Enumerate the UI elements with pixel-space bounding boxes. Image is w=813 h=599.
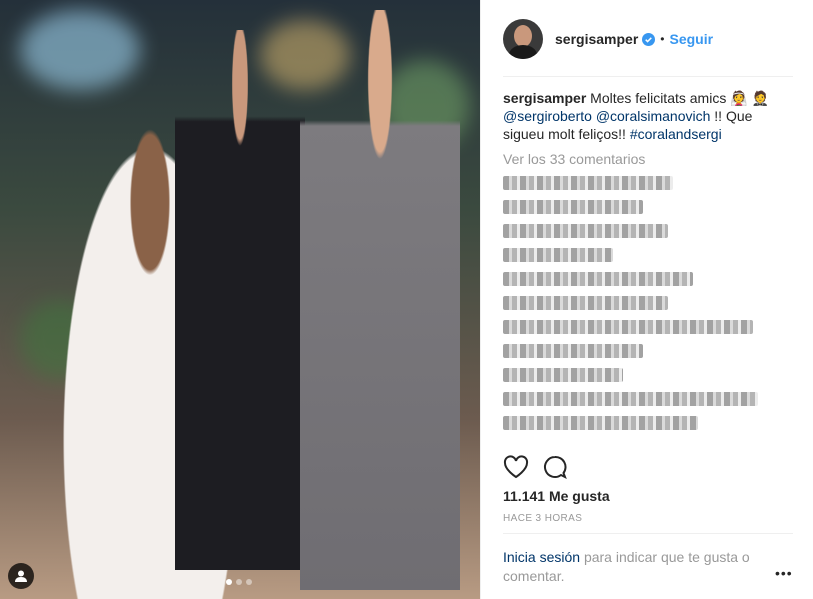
comment-item <box>503 416 698 430</box>
separator: • <box>660 32 665 46</box>
comment-icon[interactable] <box>543 455 567 479</box>
comment-item <box>503 320 753 334</box>
username[interactable]: sergisamper <box>555 31 638 47</box>
comment-item <box>503 392 758 406</box>
verified-badge-icon <box>642 32 656 46</box>
caption-text: Moltes felicitats amics 👰 🤵 <box>590 90 769 106</box>
caption-username[interactable]: sergisamper <box>503 90 586 106</box>
follow-button[interactable]: Seguir <box>669 31 713 47</box>
post-header: sergisamper • Seguir <box>503 14 793 77</box>
groom-figure <box>175 30 305 570</box>
carousel-dot <box>226 579 232 585</box>
comment-item <box>503 368 623 382</box>
comment-list <box>503 176 793 440</box>
login-prompt: Inicia sesión para indicar que te gusta … <box>503 548 765 586</box>
carousel-dot <box>246 579 252 585</box>
comment-item <box>503 272 693 286</box>
avatar[interactable] <box>503 19 543 59</box>
divider <box>503 533 793 534</box>
post-photo[interactable] <box>0 0 480 599</box>
comment-item <box>503 296 668 310</box>
carousel-indicator <box>226 579 252 585</box>
more-options-icon[interactable]: ••• <box>775 565 793 581</box>
login-link[interactable]: Inicia sesión <box>503 549 580 565</box>
comment-item <box>503 200 643 214</box>
caption: sergisamper Moltes felicitats amics 👰 🤵 … <box>503 89 793 143</box>
view-comments-link[interactable]: Ver los 33 comentarios <box>503 151 645 167</box>
comment-item <box>503 224 668 238</box>
comment-item <box>503 248 613 262</box>
timestamp: HACE 3 HORAS <box>503 513 583 524</box>
carousel-dot <box>236 579 242 585</box>
mention-link[interactable]: @coralsimanovich <box>596 108 711 124</box>
action-bar <box>503 455 567 479</box>
hashtag-link[interactable]: #coralandsergi <box>630 126 722 142</box>
comment-item <box>503 344 643 358</box>
user-tag-icon[interactable] <box>8 563 34 589</box>
like-count[interactable]: 11.141 Me gusta <box>503 488 610 504</box>
heart-icon[interactable] <box>503 455 529 479</box>
comment-item <box>503 176 673 190</box>
mention-link[interactable]: @sergiroberto <box>503 108 592 124</box>
guest-figure <box>300 10 460 590</box>
post-sidebar: sergisamper • Seguir sergisamper Moltes … <box>480 0 813 599</box>
